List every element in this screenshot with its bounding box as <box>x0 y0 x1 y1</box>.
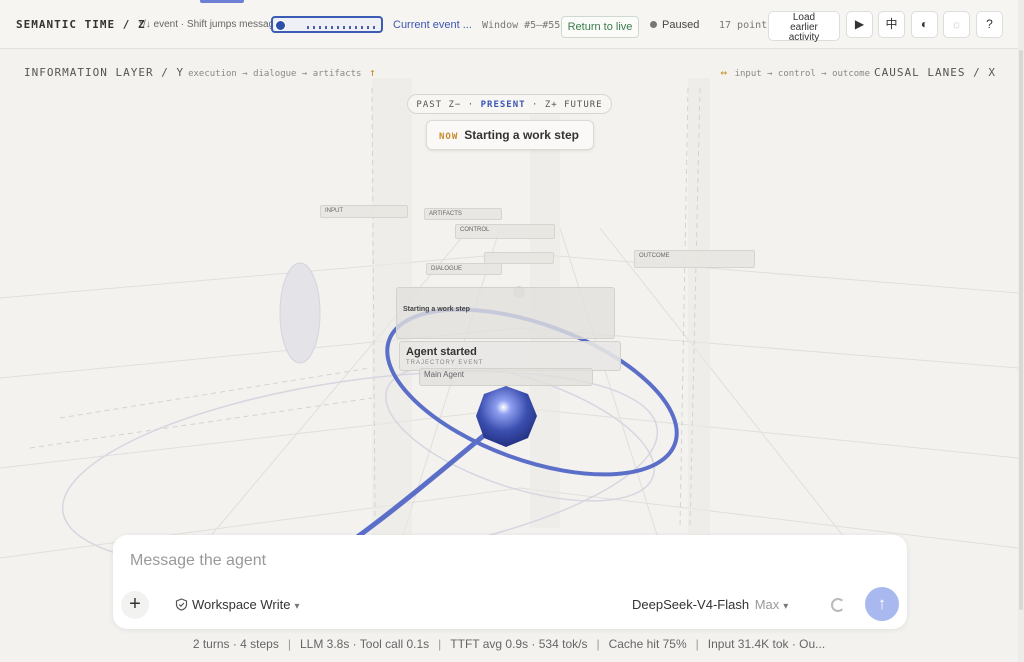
contrast-icon: ◐ <box>920 17 929 31</box>
effort-level: Max <box>754 597 780 612</box>
add-attachment-button[interactable]: + <box>121 591 149 619</box>
token-usage: Input 31.4K tok · Ou... <box>707 637 826 651</box>
navigation-hint: ↑/↓ event · Shift jumps messages <box>138 19 273 30</box>
cache-hit: Cache hit 75% <box>608 637 687 651</box>
message-composer: Message the agent + Workspace Write ▾ Dee… <box>113 535 907 629</box>
step-card-title: Starting a work step <box>403 306 470 313</box>
now-text: Starting a work step <box>464 128 579 142</box>
paused-label: Paused <box>662 19 700 31</box>
now-badge: NOW <box>439 132 459 142</box>
workspace-label: Workspace Write <box>192 597 291 612</box>
top-toolbar: SEMANTIC TIME / Z ↑/↓ event · Shift jump… <box>0 0 1018 49</box>
causal-lanes-axis: ↔ input → control → outcome CAUSAL LANES … <box>720 66 996 79</box>
loading-spinner-icon <box>831 598 845 612</box>
latency-stats: LLM 3.8s · Tool call 0.1s <box>299 637 430 651</box>
status-separator: | <box>695 637 699 651</box>
paused-status: Paused <box>650 19 699 31</box>
theme-toggle-button[interactable]: ☼ <box>943 11 970 38</box>
chevron-down-icon: ▾ <box>783 601 789 612</box>
separator-dot: · <box>531 100 539 110</box>
future-label: Z+ FUTURE <box>544 100 603 110</box>
lane-artifacts[interactable]: ARTIFACTS <box>424 208 502 220</box>
message-input[interactable]: Message the agent <box>130 552 266 570</box>
page-scrollbar[interactable] <box>1018 0 1024 662</box>
step-card[interactable]: Starting a work step <box>396 287 615 339</box>
usage-status-bar: 2 turns · 4 steps | LLM 3.8s · Tool call 0… <box>0 637 1018 651</box>
lane-marker <box>484 252 554 264</box>
help-icon: ? <box>986 17 993 31</box>
semantic-time-title: SEMANTIC TIME / Z <box>16 18 146 31</box>
present-label: PRESENT <box>480 100 526 110</box>
time-window-slider[interactable] <box>271 16 383 33</box>
send-button[interactable]: ↑ <box>865 587 899 621</box>
play-button[interactable]: ▶ <box>846 11 873 38</box>
main-agent-card[interactable]: Main Agent <box>419 368 593 386</box>
now-card[interactable]: NOW Starting a work step <box>426 120 594 150</box>
separator-dot: · <box>467 100 475 110</box>
lane-outcome[interactable]: OUTCOME <box>634 250 755 268</box>
points-count: 17 points <box>719 20 774 31</box>
status-separator: | <box>596 637 600 651</box>
information-layer-axis: INFORMATION LAYER / Yexecution → dialogu… <box>24 66 377 79</box>
current-event-label[interactable]: Current event ... <box>393 19 472 31</box>
model-select[interactable]: DeepSeek-V4-Flash Max ▾ <box>632 597 788 612</box>
ghost-node <box>279 262 321 364</box>
language-button[interactable]: 中 <box>878 11 905 38</box>
status-dot <box>650 21 657 28</box>
slider-handle[interactable] <box>275 20 286 31</box>
past-label: PAST Z− <box>416 100 462 110</box>
agent-started-card[interactable]: Agent started TRAJECTORY EVENT <box>399 341 621 371</box>
window-range: Window #5–#55 <box>482 20 561 31</box>
time-direction-pill: PAST Z− · PRESENT · Z+ FUTURE <box>407 94 612 114</box>
status-separator: | <box>287 637 291 651</box>
shield-icon <box>175 598 188 611</box>
agent-started-title: Agent started <box>406 346 477 358</box>
info-layer-sub: execution → dialogue → artifacts <box>188 69 362 79</box>
sun-icon: ☼ <box>951 17 962 31</box>
lane-input[interactable]: INPUT <box>320 205 408 218</box>
active-tab-indicator <box>200 0 244 3</box>
current-event-orb[interactable] <box>476 386 537 447</box>
slider-event-dots <box>307 26 377 29</box>
arrow-up-icon: ↑ <box>877 594 887 613</box>
return-to-live-button[interactable]: Return to live <box>561 16 639 38</box>
lane-control[interactable]: CONTROL <box>455 224 555 239</box>
causal-lanes-sub: input → control → outcome <box>734 69 871 79</box>
ttft-stats: TTFT avg 0.9s · 534 tok/s <box>450 637 588 651</box>
play-icon: ▶ <box>854 17 865 31</box>
scrollbar-thumb[interactable] <box>1019 50 1023 610</box>
workspace-mode-select[interactable]: Workspace Write ▾ <box>175 597 300 612</box>
model-name: DeepSeek-V4-Flash <box>632 597 750 612</box>
main-agent-title: Main Agent <box>424 370 465 379</box>
horizontal-arrow-icon: ↔ <box>720 66 727 79</box>
status-separator: | <box>438 637 442 651</box>
load-earlier-line-3: activity <box>788 32 820 43</box>
plus-icon: + <box>129 593 141 615</box>
chevron-down-icon: ▾ <box>294 601 300 612</box>
info-layer-label: INFORMATION LAYER / Y <box>24 66 185 79</box>
turns-steps: 2 turns · 4 steps <box>192 637 279 651</box>
up-arrow-icon: ↑ <box>369 66 377 79</box>
load-earlier-activity-button[interactable]: Load earlier activity <box>768 11 840 43</box>
help-button[interactable]: ? <box>976 11 1003 38</box>
contrast-toggle-button[interactable]: ◐ <box>911 11 938 38</box>
lane-dialogue[interactable]: DIALOGUE <box>426 263 502 275</box>
causal-lanes-label: CAUSAL LANES / X <box>874 66 996 79</box>
agent-started-subtitle: TRAJECTORY EVENT <box>406 360 484 366</box>
language-icon: 中 <box>885 17 898 31</box>
